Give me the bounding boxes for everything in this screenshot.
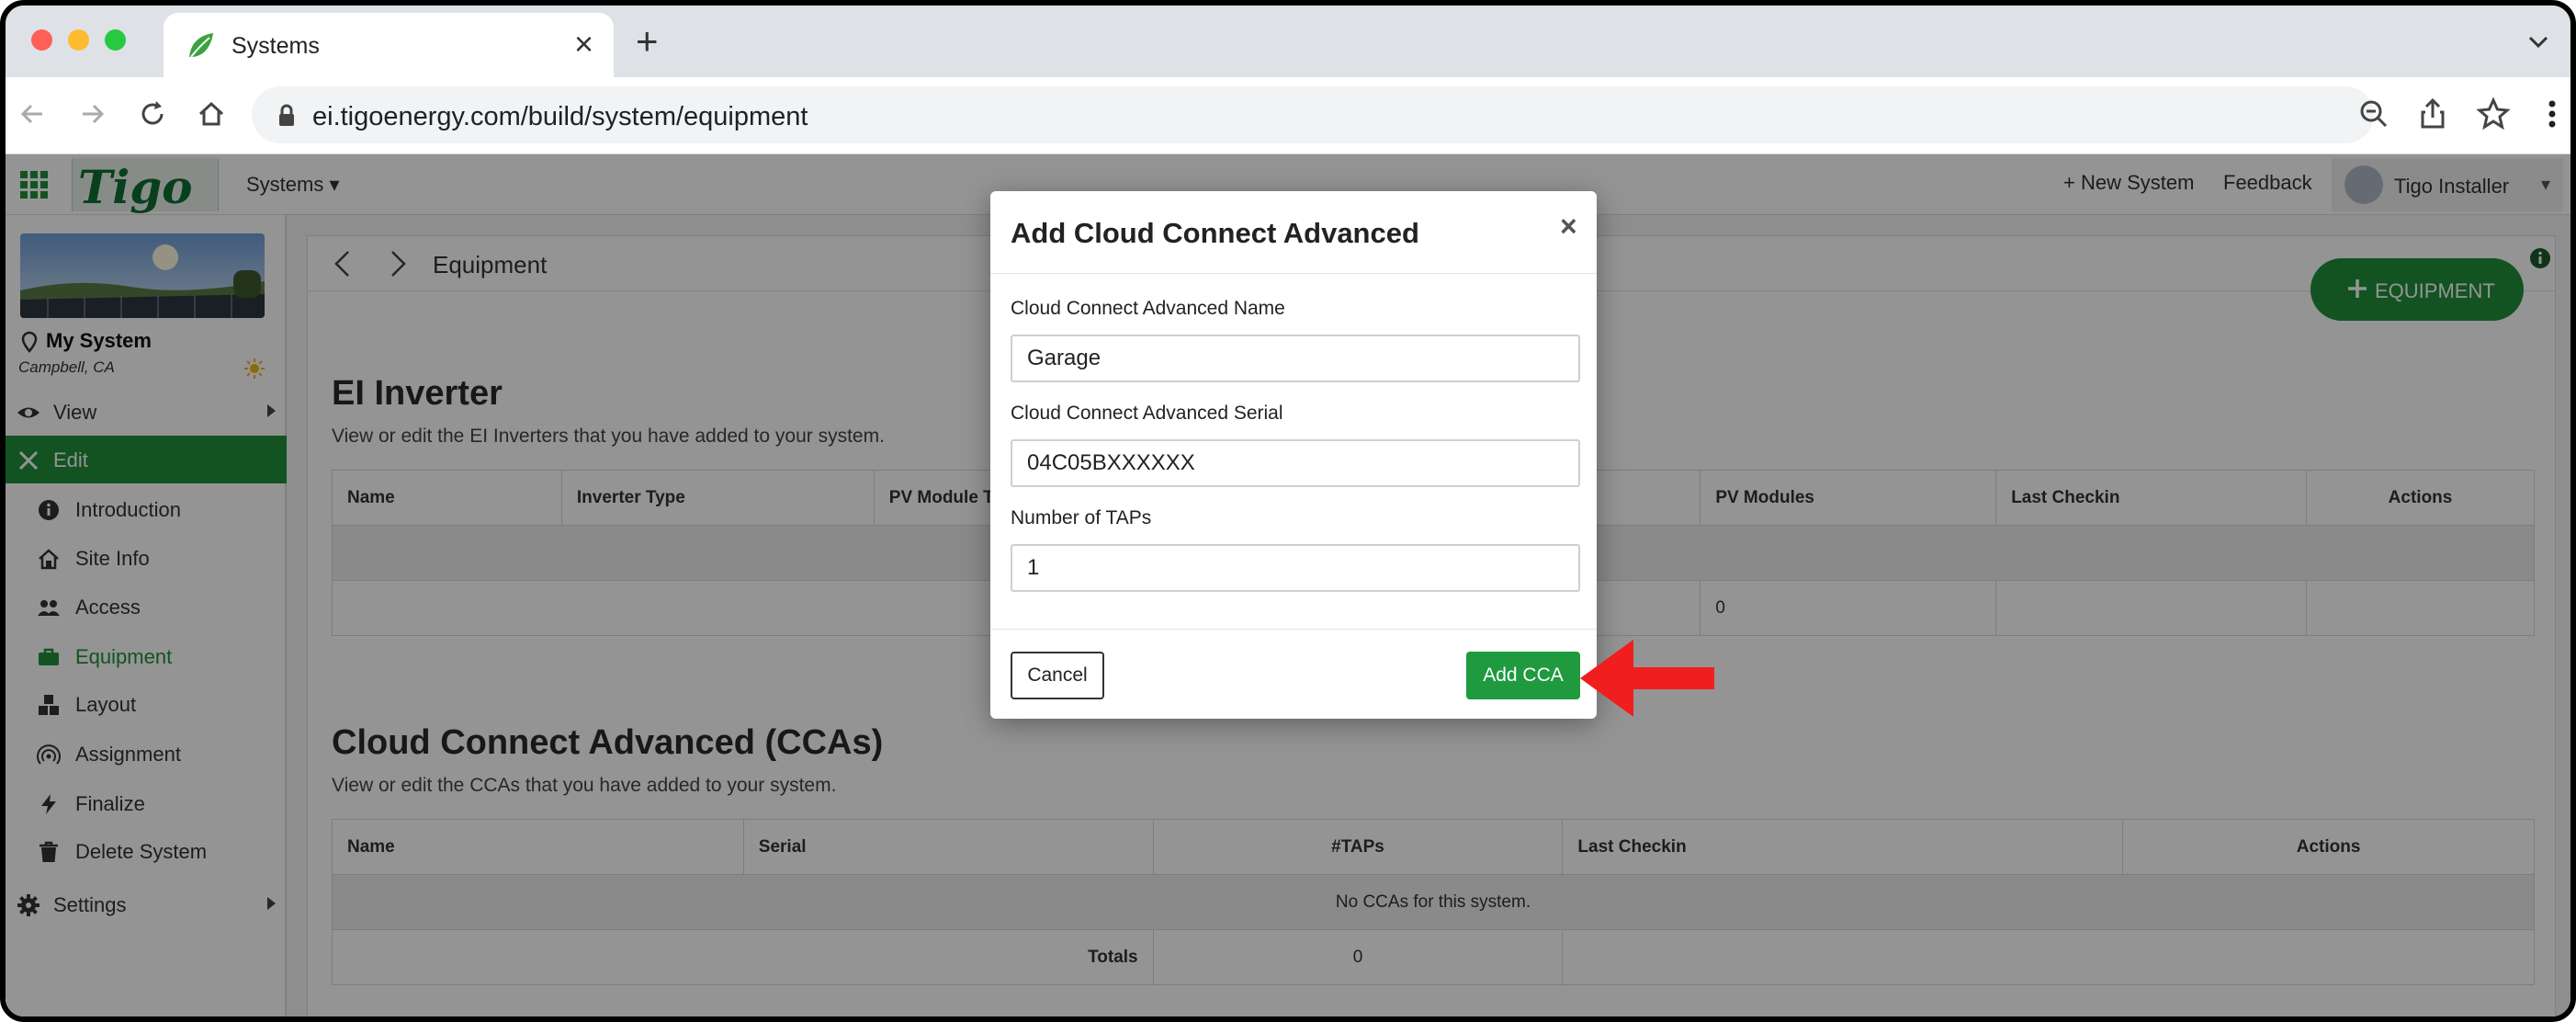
lock-icon <box>279 104 294 126</box>
back-arrow-icon[interactable] <box>15 96 51 132</box>
minimize-window-button[interactable] <box>68 29 89 51</box>
cca-name-label: Cloud Connect Advanced Name <box>1011 298 1285 319</box>
tab-close-icon[interactable]: × <box>574 28 593 61</box>
taps-count-label: Number of TAPs <box>1011 507 1152 528</box>
add-cca-modal: Add Cloud Connect Advanced × Cloud Conne… <box>990 191 1597 719</box>
taps-count-input[interactable] <box>1011 544 1580 592</box>
share-icon[interactable] <box>2414 96 2451 132</box>
maximize-window-button[interactable] <box>105 29 126 51</box>
modal-footer: Cancel Add CCA <box>990 629 1597 719</box>
tab-search-chevron-icon[interactable] <box>2526 29 2550 53</box>
cca-name-input[interactable] <box>1011 335 1580 382</box>
close-window-button[interactable] <box>31 29 52 51</box>
address-bar[interactable]: ei.tigoenergy.com/build/system/equipment <box>252 86 2374 143</box>
add-cca-button[interactable]: Add CCA <box>1466 652 1580 699</box>
modal-header: Add Cloud Connect Advanced × <box>990 191 1597 274</box>
tab-strip: Systems × + <box>6 6 2570 77</box>
forward-arrow-icon[interactable] <box>73 96 110 132</box>
url-text: ei.tigoenergy.com/build/system/equipment <box>312 102 808 131</box>
bookmark-star-icon[interactable] <box>2475 96 2512 132</box>
cca-serial-label: Cloud Connect Advanced Serial <box>1011 403 1283 424</box>
browser-tab[interactable]: Systems × <box>164 13 614 77</box>
tab-title: Systems <box>232 33 320 59</box>
cca-serial-input[interactable] <box>1011 439 1580 487</box>
browser-window: Systems × + ei.tigoenergy.com/build/syst <box>0 0 2576 1022</box>
reload-icon[interactable] <box>134 96 171 132</box>
new-tab-button[interactable]: + <box>636 22 659 61</box>
cancel-button[interactable]: Cancel <box>1011 652 1104 699</box>
browser-toolbar: ei.tigoenergy.com/build/system/equipment <box>6 77 2570 154</box>
close-icon[interactable]: × <box>1560 210 1577 244</box>
home-icon[interactable] <box>193 96 230 132</box>
leaf-favicon-icon <box>189 33 213 58</box>
modal-title: Add Cloud Connect Advanced <box>1011 217 1419 249</box>
annotation-arrow-icon <box>1580 640 1714 717</box>
zoom-out-icon[interactable] <box>2356 96 2392 132</box>
browser-menu-icon[interactable] <box>2534 96 2570 132</box>
